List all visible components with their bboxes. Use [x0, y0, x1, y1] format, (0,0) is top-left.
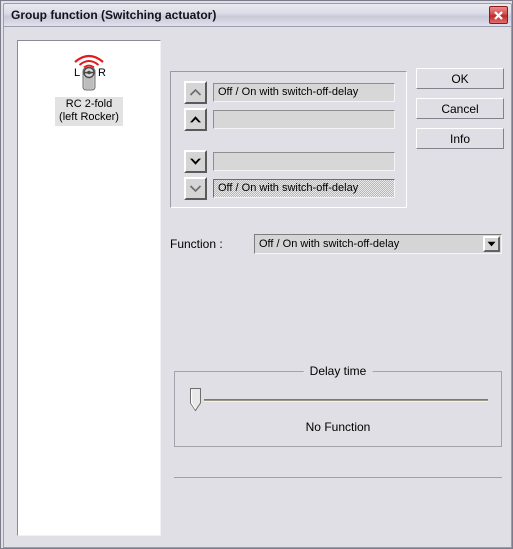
function-label: Function :	[170, 237, 223, 251]
device-label: RC 2-fold (left Rocker)	[55, 97, 123, 126]
delay-time-legend: Delay time	[303, 364, 373, 378]
function-list-row[interactable]	[184, 150, 395, 173]
rocker-down-button-2[interactable]	[184, 177, 207, 200]
function-select-value: Off / On with switch-off-delay	[259, 238, 400, 250]
rocker-up-button-1[interactable]	[184, 81, 207, 104]
delay-time-status: No Function	[305, 420, 371, 434]
function-select-arrow-button[interactable]	[483, 236, 500, 252]
chevron-down-outline-icon	[189, 185, 202, 193]
function-list-row[interactable]: Off / On with switch-off-delay	[184, 177, 395, 200]
function-list-value-3[interactable]	[213, 152, 395, 171]
function-list-value-1[interactable]: Off / On with switch-off-delay	[213, 83, 395, 102]
device-tree-panel[interactable]: L R RC 2-fold (left Rocker)	[17, 40, 161, 536]
delay-time-group: Delay time No Function	[174, 364, 502, 447]
rocker-up-button-2[interactable]	[184, 108, 207, 131]
rocker-down-button-1[interactable]	[184, 150, 207, 173]
window-title: Group function (Switching actuator)	[11, 8, 217, 22]
title-bar[interactable]: Group function (Switching actuator)	[3, 3, 512, 27]
function-list-value-4[interactable]: Off / On with switch-off-delay	[213, 179, 395, 198]
svg-text:R: R	[98, 67, 106, 79]
close-icon	[494, 10, 503, 20]
device-name-line1: RC 2-fold	[65, 98, 113, 110]
dialog-window: Group function (Switching actuator) L R …	[0, 0, 513, 549]
ok-button[interactable]: OK	[416, 68, 504, 89]
cancel-button[interactable]: Cancel	[416, 98, 504, 119]
dialog-client-area: L R RC 2-fold (left Rocker) Off / On wit…	[3, 27, 512, 548]
chevron-down-icon	[487, 241, 496, 247]
chevron-up-filled-icon	[190, 116, 201, 123]
remote-control-icon: L R	[74, 54, 106, 91]
function-list-row[interactable]: Off / On with switch-off-delay	[184, 81, 395, 104]
function-select[interactable]: Off / On with switch-off-delay	[254, 234, 502, 254]
chevron-down-filled-icon	[190, 158, 201, 165]
function-list-value-2[interactable]	[213, 110, 395, 129]
function-list-row[interactable]	[184, 108, 395, 131]
info-button[interactable]: Info	[416, 128, 504, 149]
delay-time-slider[interactable]	[190, 388, 488, 414]
slider-track[interactable]	[204, 399, 488, 402]
device-tree-node[interactable]: L R RC 2-fold (left Rocker)	[18, 49, 160, 126]
slider-thumb[interactable]	[190, 388, 201, 412]
section-separator	[174, 477, 502, 478]
device-name-line2: (left Rocker)	[59, 111, 119, 123]
close-button[interactable]	[489, 6, 508, 24]
function-list-group: Off / On with switch-off-delay Off / On …	[170, 71, 407, 208]
chevron-up-outline-icon	[189, 88, 202, 96]
slider-thumb-icon	[190, 388, 201, 412]
svg-text:L: L	[74, 67, 80, 79]
